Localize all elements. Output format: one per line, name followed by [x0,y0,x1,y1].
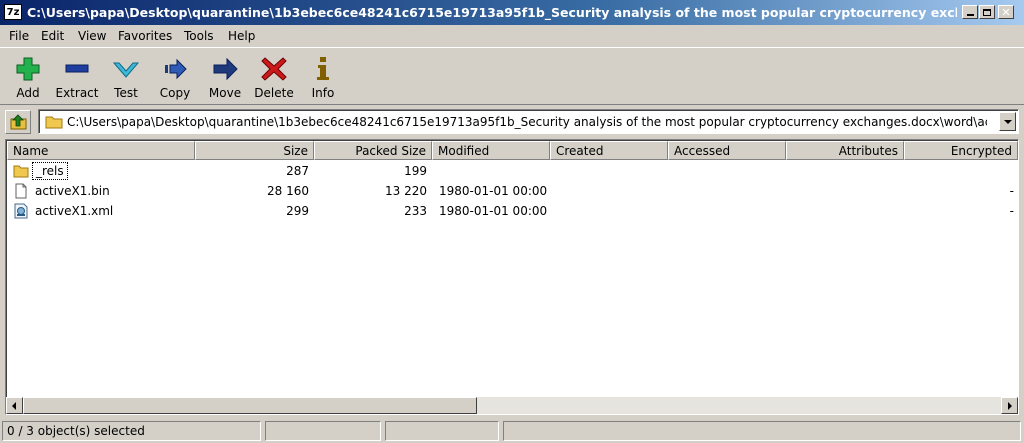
file-packed-size: 199 [404,164,427,178]
file-row[interactable]: activeX1.xml 299 233 1980-01-01 00:00 - [7,201,1017,221]
copy-button[interactable]: Copy [149,53,201,103]
file-packed-size: 13 220 [385,184,427,198]
close-icon: ✕ [1001,5,1011,19]
up-arrow-icon [10,114,27,130]
status-panel-packed [385,421,499,441]
column-size[interactable]: Size [195,141,314,160]
maximize-button[interactable] [979,5,995,19]
file-size: 28 160 [267,184,309,198]
app-icon[interactable]: 7z [4,4,22,20]
up-folder-button[interactable] [5,110,31,134]
info-label: Info [311,86,335,100]
menu-view[interactable]: View [78,28,106,44]
file-encrypted [904,161,1014,181]
copy-arrow-icon [165,58,187,80]
move-arrow-icon [213,57,238,81]
add-button[interactable]: Add [2,53,54,103]
test-button[interactable]: Test [100,53,152,103]
menu-help[interactable]: Help [228,28,255,44]
file-packed-size: 233 [404,204,427,218]
extract-button[interactable]: Extract [51,53,103,103]
delete-button[interactable]: Delete [248,53,300,103]
menu-file[interactable]: File [9,28,29,44]
column-modified[interactable]: Modified [432,141,550,160]
minimize-icon [966,14,974,16]
address-bar[interactable]: C:\Users\papa\Desktop\quarantine\1b3ebec… [38,109,1019,134]
maximize-icon [983,8,991,16]
status-bar: 0 / 3 object(s) selected [0,419,1024,443]
xml-file-icon [14,203,28,219]
scroll-thumb[interactable] [23,397,477,414]
file-modified: 1980-01-01 00:00 [439,184,548,198]
file-name: activeX1.bin [35,184,110,198]
status-panel-info [503,421,1021,441]
check-icon [112,62,140,78]
delete-x-icon [261,57,287,81]
column-name[interactable]: Name [7,141,195,160]
file-name: activeX1.xml [35,204,114,218]
file-row[interactable]: activeX1.bin 28 160 13 220 1980-01-01 00… [7,181,1017,201]
move-label: Move [208,86,242,100]
file-encrypted: - [1009,184,1014,198]
column-attributes[interactable]: Attributes [786,141,904,160]
column-encrypted[interactable]: Encrypted [904,141,1018,160]
scroll-left-button[interactable] [6,397,23,414]
title-bar[interactable]: 7z C:\Users\papa\Desktop\quarantine\1b3e… [0,0,1024,25]
copy-label: Copy [159,86,191,100]
add-label: Add [16,86,40,100]
column-accessed[interactable]: Accessed [668,141,786,160]
column-created[interactable]: Created [550,141,668,160]
delete-label: Delete [254,86,294,100]
extract-label: Extract [55,86,99,100]
folder-icon [13,165,29,178]
menu-edit[interactable]: Edit [41,28,64,44]
close-button[interactable]: ✕ [998,5,1014,19]
address-path[interactable]: C:\Users\papa\Desktop\quarantine\1b3ebec… [67,114,987,130]
file-row[interactable]: _rels 287 199 [7,161,1017,181]
move-button[interactable]: Move [199,53,251,103]
window-title: C:\Users\papa\Desktop\quarantine\1b3ebec… [27,5,957,20]
minus-icon [65,64,89,73]
status-panel-size [265,421,381,441]
info-icon [317,57,329,80]
minimize-button[interactable] [962,5,978,19]
address-dropdown-button[interactable] [999,112,1016,131]
file-list[interactable]: Name Size Packed Size Modified Created A… [5,139,1019,415]
file-icon [15,183,27,199]
column-packed-size[interactable]: Packed Size [314,141,432,160]
file-size: 299 [286,204,309,218]
status-selection: 0 / 3 object(s) selected [2,421,261,441]
scroll-right-button[interactable] [1001,397,1018,414]
file-modified: 1980-01-01 00:00 [439,204,548,218]
address-row: C:\Users\papa\Desktop\quarantine\1b3ebec… [0,106,1024,138]
file-name: _rels [32,162,68,180]
info-button[interactable]: Info [297,53,349,103]
plus-icon [16,57,40,81]
test-label: Test [114,86,138,100]
file-size: 287 [286,164,309,178]
toolbar: Add Extract Test Copy Move Delete Info [0,47,1024,105]
menu-favorites[interactable]: Favorites [118,28,172,44]
folder-icon [45,116,63,129]
horizontal-scrollbar[interactable] [6,397,1018,414]
file-encrypted: - [1009,204,1014,218]
menu-tools[interactable]: Tools [184,28,214,44]
menu-bar: File Edit View Favorites Tools Help [0,26,1024,46]
